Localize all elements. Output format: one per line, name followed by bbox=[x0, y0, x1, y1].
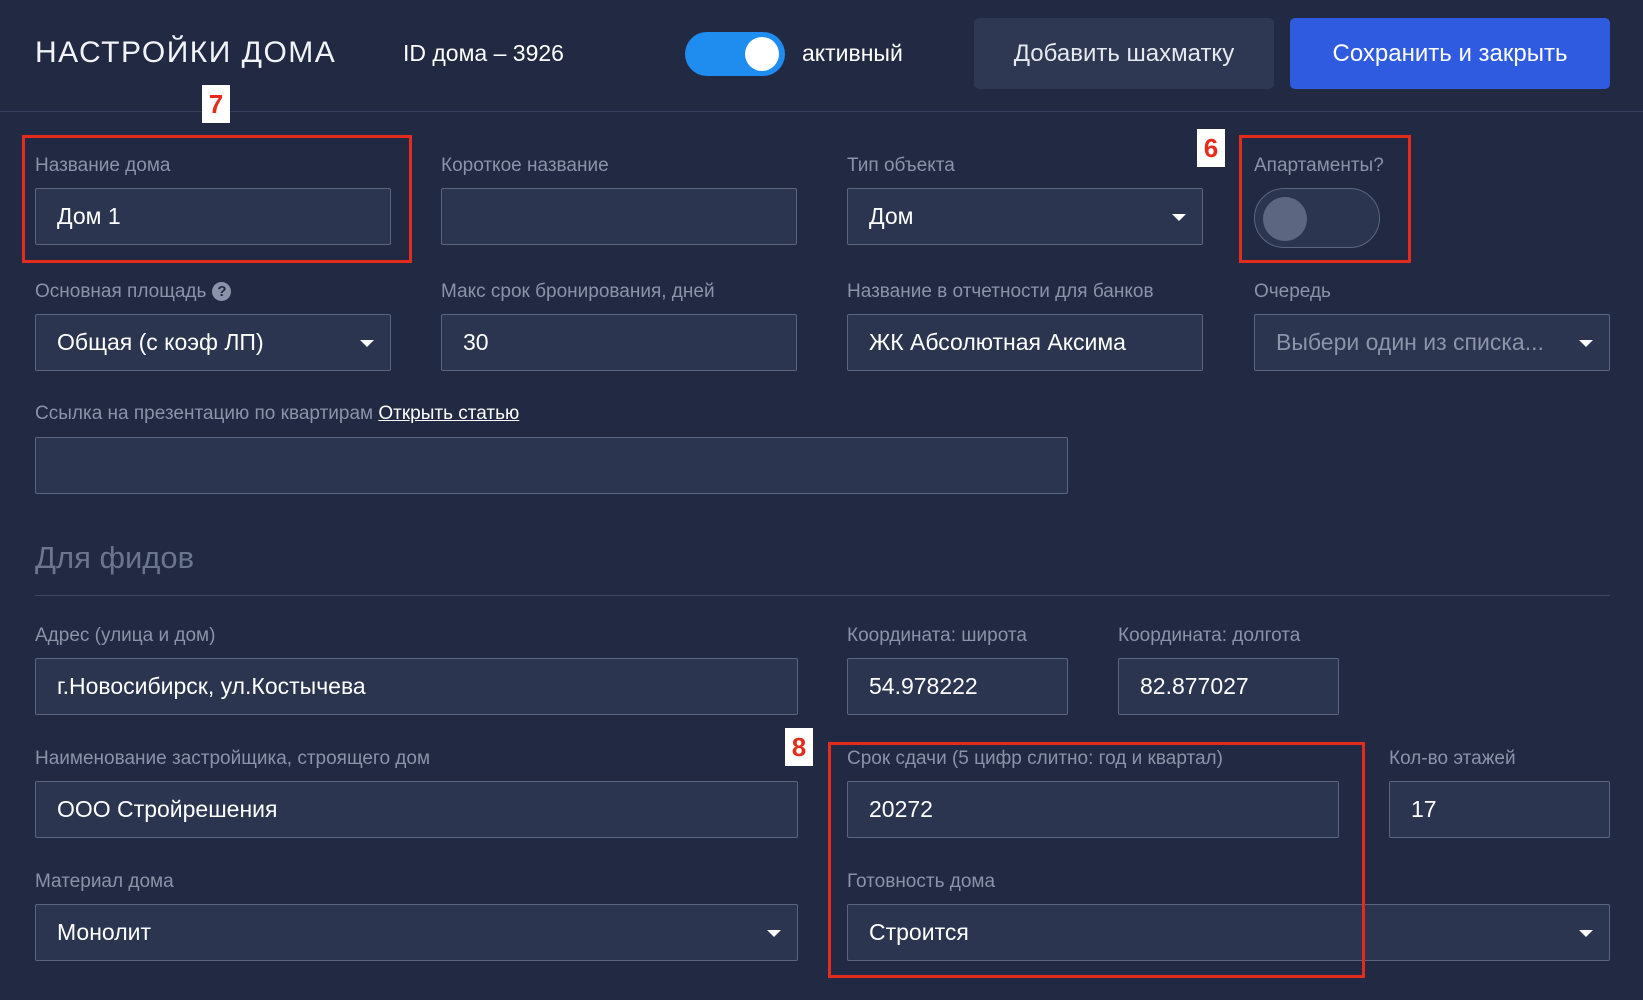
material-label: Материал дома bbox=[35, 871, 174, 892]
chevron-down-icon bbox=[1172, 214, 1186, 221]
chevron-down-icon bbox=[1579, 340, 1593, 347]
presentation-link-label: Ссылка на презентацию по квартирам Откры… bbox=[35, 403, 519, 425]
floors-value: 17 bbox=[1411, 796, 1437, 822]
annotation-number-6: 6 bbox=[1197, 129, 1225, 167]
longitude-value: 82.877027 bbox=[1140, 673, 1249, 699]
longitude-input[interactable]: 82.877027 bbox=[1118, 658, 1339, 715]
developer-label: Наименование застройщика, строящего дом bbox=[35, 748, 431, 769]
annotation-number-8: 8 bbox=[785, 728, 813, 766]
bank-report-name-input[interactable]: ЖК Абсолютная Аксима bbox=[847, 314, 1203, 371]
latitude-input[interactable]: 54.978222 bbox=[847, 658, 1068, 715]
object-type-select[interactable]: Дом bbox=[847, 188, 1203, 245]
annotation-box-deadline bbox=[828, 742, 1365, 978]
section-divider bbox=[35, 595, 1610, 596]
open-article-link[interactable]: Открыть статью bbox=[378, 403, 519, 424]
chevron-down-icon bbox=[767, 930, 781, 937]
add-chess-button[interactable]: Добавить шахматку bbox=[974, 18, 1274, 89]
short-name-input[interactable] bbox=[441, 188, 797, 245]
house-settings-page: НАСТРОЙКИ ДОМА ID дома – 3926 активный Д… bbox=[0, 0, 1643, 1000]
chevron-down-icon bbox=[360, 340, 374, 347]
save-close-button[interactable]: Сохранить и закрыть bbox=[1290, 18, 1610, 89]
max-booking-input[interactable]: 30 bbox=[441, 314, 797, 371]
floors-label: Кол-во этажей bbox=[1389, 748, 1516, 769]
queue-label: Очередь bbox=[1254, 281, 1331, 302]
max-booking-label: Макс срок бронирования, дней bbox=[441, 281, 715, 302]
queue-placeholder: Выбери один из списка... bbox=[1276, 329, 1544, 355]
address-value: г.Новосибирск, ул.Костычева bbox=[57, 673, 366, 699]
bank-report-name-value: ЖК Абсолютная Аксима bbox=[869, 329, 1126, 355]
main-area-value: Общая (с коэф ЛП) bbox=[57, 329, 264, 355]
address-label: Адрес (улица и дом) bbox=[35, 625, 216, 646]
toggle-knob bbox=[745, 37, 779, 71]
developer-value: ООО Стройрешения bbox=[57, 796, 278, 822]
header-bar: НАСТРОЙКИ ДОМА ID дома – 3926 активный Д… bbox=[0, 0, 1643, 112]
page-title: НАСТРОЙКИ ДОМА bbox=[35, 36, 337, 69]
latitude-value: 54.978222 bbox=[869, 673, 978, 699]
material-value: Монолит bbox=[57, 919, 151, 945]
active-label: активный bbox=[802, 40, 903, 66]
queue-select[interactable]: Выбери один из списка... bbox=[1254, 314, 1610, 371]
house-id: ID дома – 3926 bbox=[403, 40, 564, 66]
object-type-value: Дом bbox=[869, 203, 914, 229]
help-icon[interactable]: ? bbox=[212, 282, 232, 301]
object-type-label: Тип объекта bbox=[847, 155, 955, 176]
material-select[interactable]: Монолит bbox=[35, 904, 798, 961]
main-area-select[interactable]: Общая (с коэф ЛП) bbox=[35, 314, 391, 371]
floors-input[interactable]: 17 bbox=[1389, 781, 1610, 838]
feeds-section-title: Для фидов bbox=[35, 540, 195, 575]
max-booking-value: 30 bbox=[463, 329, 489, 355]
annotation-box-apartments bbox=[1239, 135, 1411, 263]
presentation-link-input[interactable] bbox=[35, 437, 1068, 494]
bank-report-name-label: Название в отчетности для банков bbox=[847, 281, 1154, 302]
address-input[interactable]: г.Новосибирск, ул.Костычева bbox=[35, 658, 798, 715]
active-toggle[interactable] bbox=[685, 32, 785, 76]
short-name-label: Короткое название bbox=[441, 155, 609, 176]
chevron-down-icon bbox=[1579, 930, 1593, 937]
main-area-label-text: Основная площадь bbox=[35, 281, 207, 302]
main-area-label: Основная площадь? bbox=[35, 281, 232, 303]
latitude-label: Координата: широта bbox=[847, 625, 1027, 646]
longitude-label: Координата: долгота bbox=[1118, 625, 1301, 646]
annotation-number-7: 7 bbox=[202, 85, 230, 123]
presentation-link-label-text: Ссылка на презентацию по квартирам bbox=[35, 403, 374, 424]
annotation-box-house-name bbox=[22, 135, 412, 263]
developer-input[interactable]: ООО Стройрешения bbox=[35, 781, 798, 838]
